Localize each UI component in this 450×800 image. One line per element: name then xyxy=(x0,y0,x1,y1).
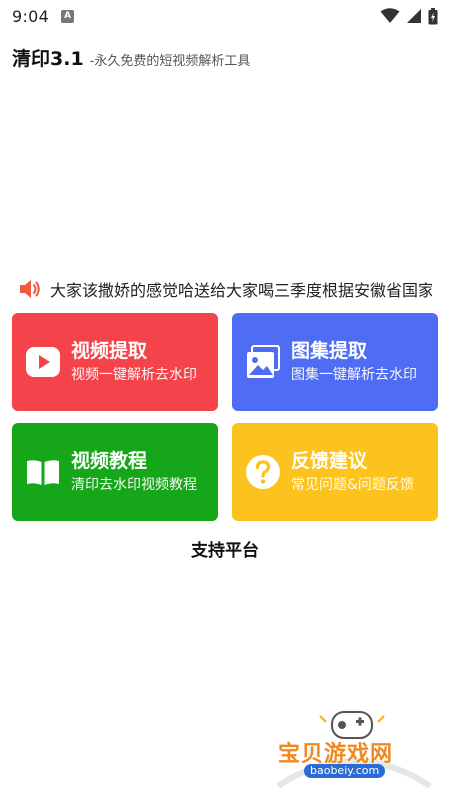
support-platforms-title: 支持平台 xyxy=(191,541,259,561)
card-desc: 清印去水印视频教程 xyxy=(71,477,197,493)
card-title: 反馈建议 xyxy=(291,450,368,472)
card-desc: 图集一键解析去水印 xyxy=(291,367,417,383)
video-extract-text: 视频提取 视频一键解析去水印 xyxy=(71,339,197,385)
status-icons xyxy=(380,7,438,25)
video-extract-button[interactable]: 视频提取 视频一键解析去水印 xyxy=(12,313,218,411)
question-icon xyxy=(246,455,280,489)
signal-icon xyxy=(407,9,421,23)
image-extract-text: 图集提取 图集一键解析去水印 xyxy=(291,339,417,385)
app-subtitle: -永久免费的短视频解析工具 xyxy=(89,54,251,69)
app-header: 清印3.1 -永久免费的短视频解析工具 xyxy=(12,44,250,71)
video-tutorial-text: 视频教程 清印去水印视频教程 xyxy=(71,449,197,495)
card-title: 视频教程 xyxy=(71,450,148,472)
status-time: 9:04 xyxy=(12,6,50,26)
image-extract-button[interactable]: 图集提取 图集一键解析去水印 xyxy=(232,313,438,411)
card-title: 图集提取 xyxy=(291,340,368,362)
watermark-url: baobeiy.com xyxy=(304,764,386,778)
image-icon xyxy=(247,345,280,378)
card-title: 视频提取 xyxy=(71,340,148,362)
card-desc: 视频一键解析去水印 xyxy=(71,367,197,383)
status-bar: 9:04 A xyxy=(0,0,450,32)
feedback-button[interactable]: 反馈建议 常见问题&问题反馈 xyxy=(232,423,438,521)
card-desc: 常见问题&问题反馈 xyxy=(291,477,414,493)
feedback-text: 反馈建议 常见问题&问题反馈 xyxy=(291,449,414,495)
notice-marquee[interactable]: 大家该撒娇的感觉哈送给大家喝三季度根据安徽省国家队 xyxy=(18,276,432,302)
battery-icon xyxy=(428,7,438,24)
speaker-icon xyxy=(20,280,40,298)
book-icon xyxy=(27,460,59,485)
notification-a-icon: A xyxy=(61,9,75,23)
video-tutorial-button[interactable]: 视频教程 清印去水印视频教程 xyxy=(12,423,218,521)
notice-text: 大家该撒娇的感觉哈送给大家喝三季度根据安徽省国家队 xyxy=(50,281,432,300)
app-title: 清印3.1 xyxy=(12,48,84,70)
wifi-icon xyxy=(380,8,400,23)
play-icon xyxy=(26,347,60,377)
